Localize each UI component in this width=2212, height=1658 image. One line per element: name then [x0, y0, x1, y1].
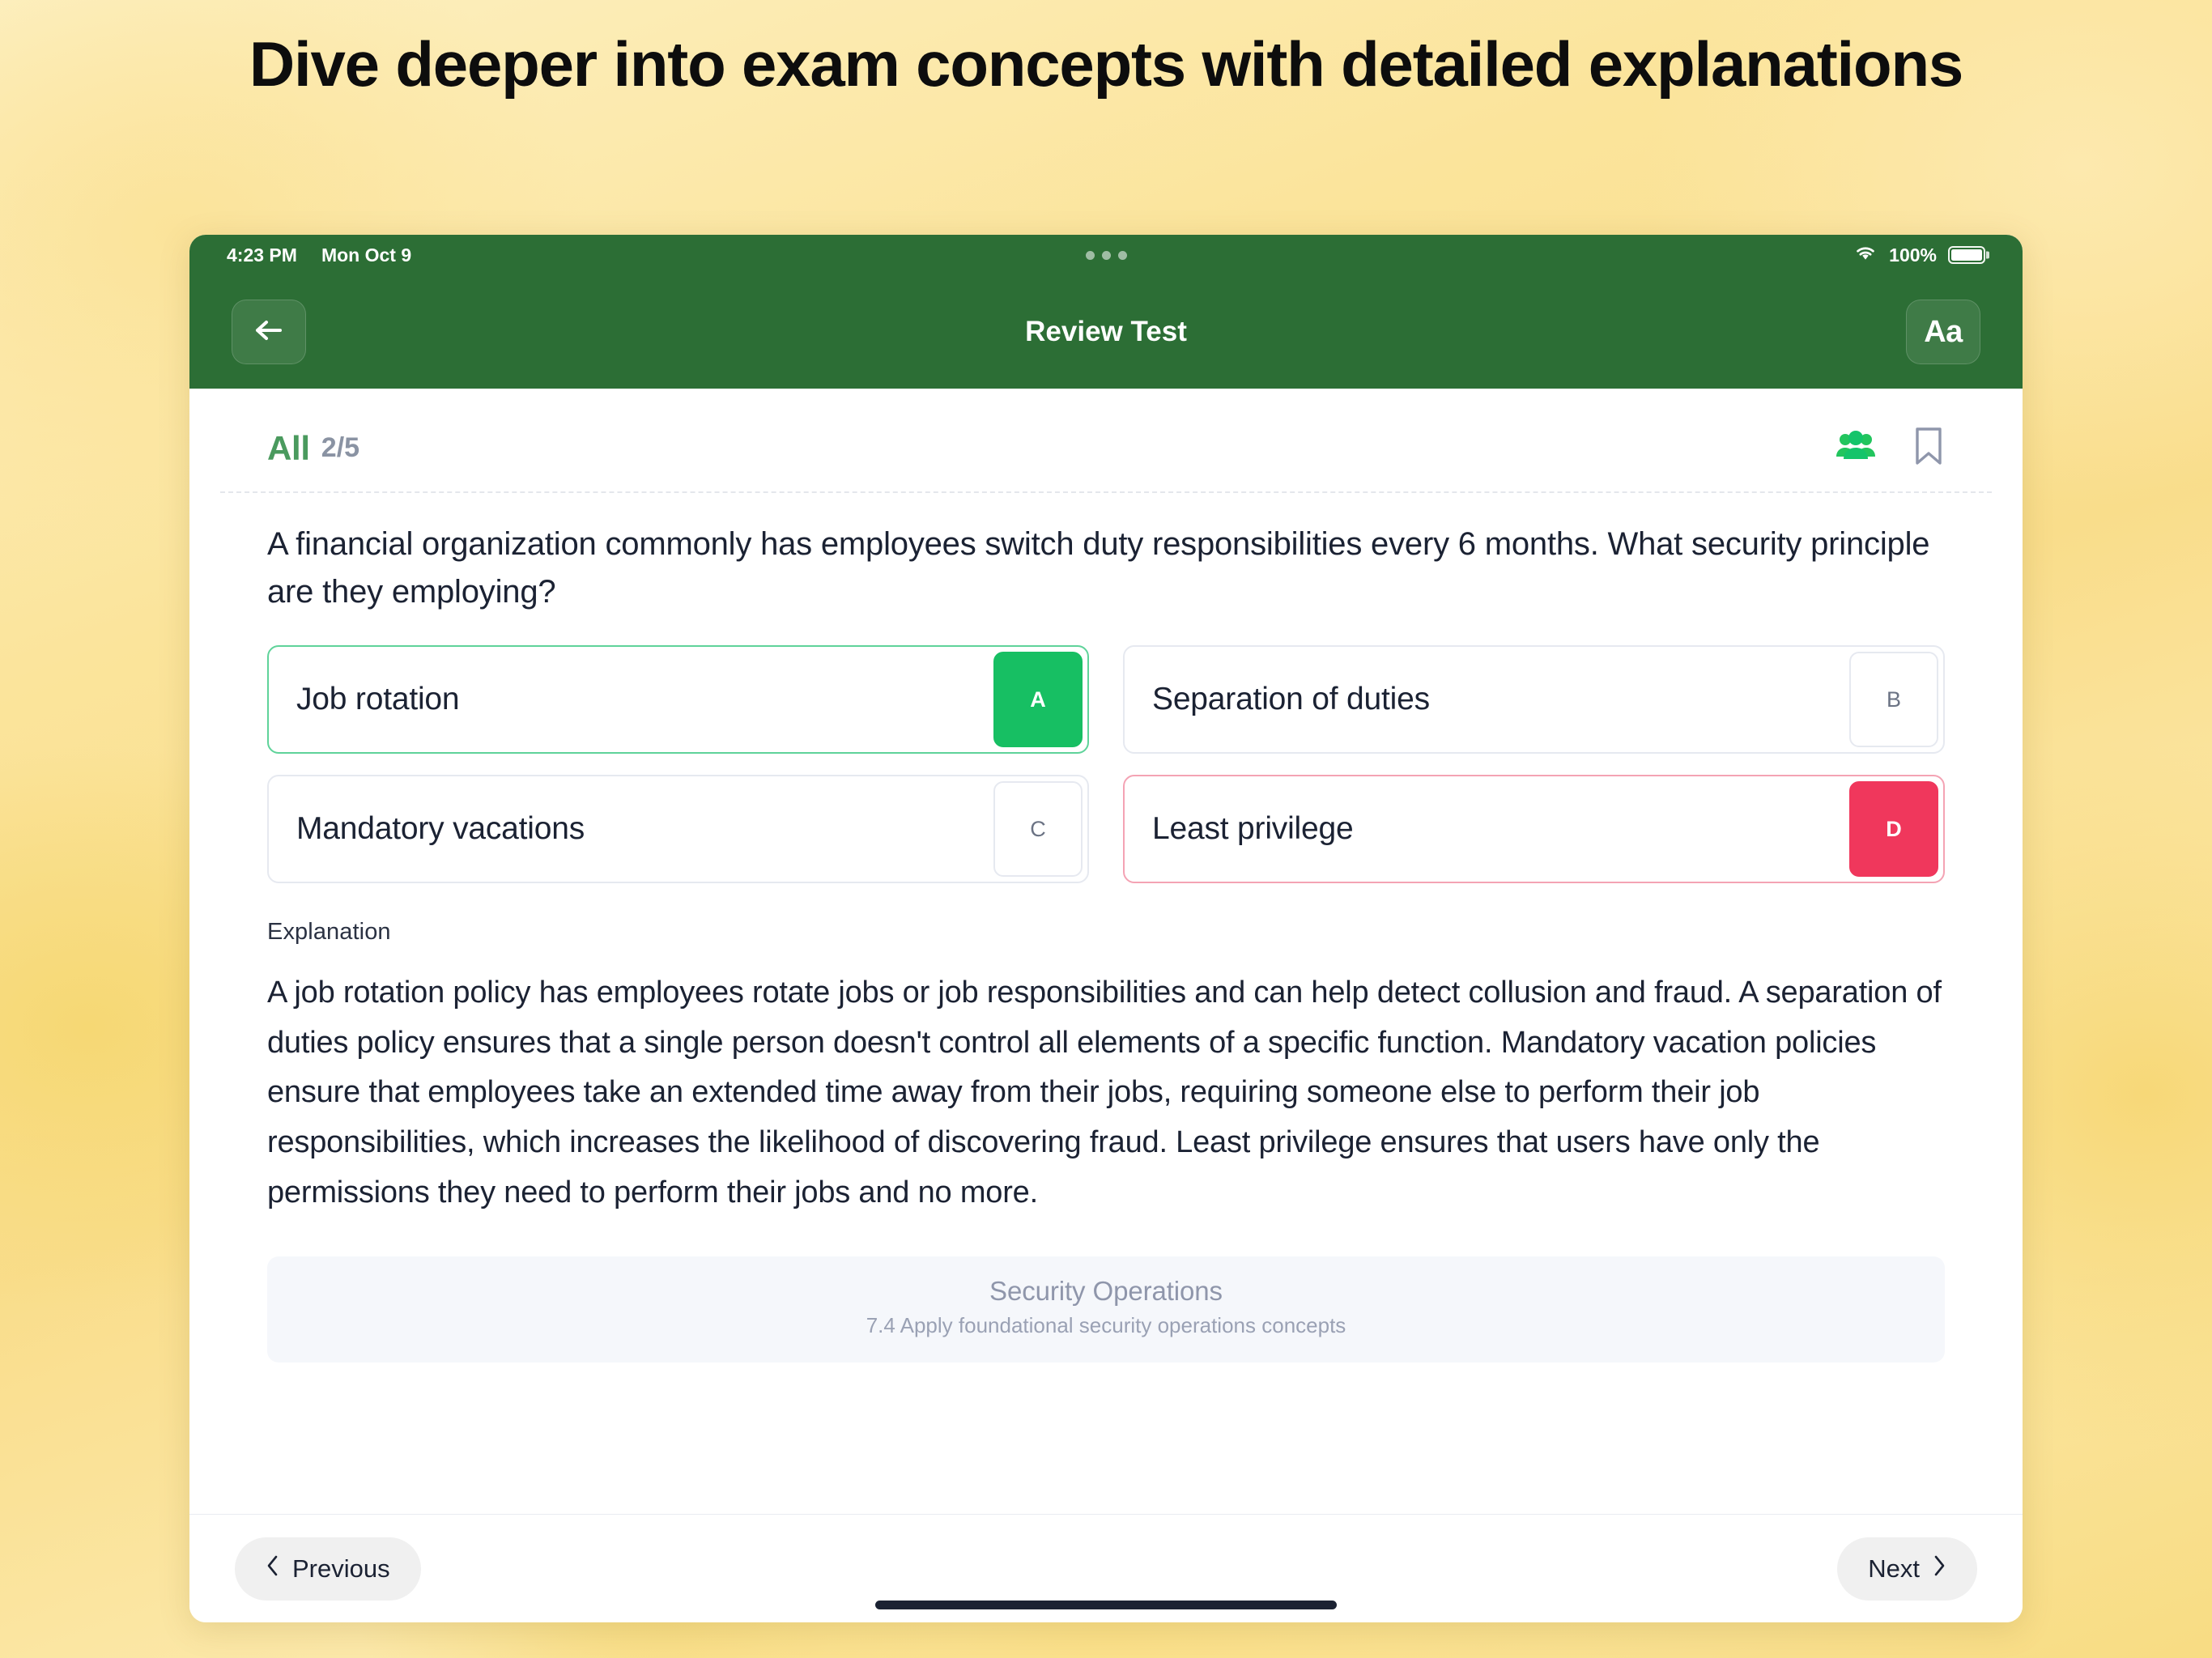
app-navigation-bar: Review Test Aa: [189, 275, 2023, 389]
people-group-icon[interactable]: [1835, 430, 1877, 466]
answer-option-b-badge: B: [1849, 652, 1938, 748]
next-button[interactable]: Next: [1837, 1537, 1977, 1601]
status-bar: 4:23 PM Mon Oct 9 100%: [189, 235, 2023, 275]
chevron-left-icon: [266, 1554, 279, 1584]
question-meta-icons: [1835, 426, 1945, 470]
exam-domain-title: Security Operations: [989, 1276, 1223, 1307]
answer-option-a-badge: A: [993, 652, 1083, 748]
app-header-region: 4:23 PM Mon Oct 9 100% Review Test Aa: [189, 235, 2023, 389]
answer-option-b[interactable]: Separation of duties B: [1123, 645, 1945, 755]
tablet-device-frame: 4:23 PM Mon Oct 9 100% Review Test Aa Al…: [189, 235, 2023, 1622]
exam-domain-objective: 7.4 Apply foundational security operatio…: [866, 1313, 1346, 1338]
back-arrow-icon: [253, 318, 284, 346]
question-navigation-bar: Previous Next: [189, 1514, 2023, 1622]
previous-button-label: Previous: [292, 1554, 390, 1583]
text-size-button[interactable]: Aa: [1906, 300, 1980, 364]
explanation-label: Explanation: [267, 919, 391, 946]
status-time: 4:23 PM: [227, 244, 297, 266]
question-progress: 2/5: [321, 432, 360, 463]
battery-full-icon: [1948, 246, 1985, 264]
multitask-dots-icon: [189, 235, 2023, 275]
answer-option-d-badge: D: [1849, 781, 1938, 878]
next-button-label: Next: [1868, 1554, 1920, 1583]
filter-label[interactable]: All: [267, 429, 310, 468]
wifi-icon: [1853, 244, 1878, 266]
question-text: A financial organization commonly has em…: [267, 526, 1930, 610]
battery-percent-label: 100%: [1889, 244, 1937, 266]
answer-option-c[interactable]: Mandatory vacations C: [267, 775, 1089, 884]
question-content-area: All 2/5 A financial organization commonl…: [189, 389, 2023, 1514]
answer-options-grid: Job rotation A Separation of duties B Ma…: [267, 645, 1945, 884]
exam-domain-card[interactable]: Security Operations 7.4 Apply foundation…: [267, 1256, 1945, 1363]
status-bar-right: 100%: [1853, 244, 1985, 266]
answer-option-a-label: Job rotation: [296, 682, 460, 717]
chevron-right-icon: [1933, 1554, 1946, 1584]
answer-option-c-badge: C: [993, 781, 1083, 878]
status-date: Mon Oct 9: [321, 244, 412, 266]
bookmark-outline-icon[interactable]: [1912, 426, 1945, 470]
question-text-area: A financial organization commonly has em…: [220, 493, 1992, 616]
answer-option-b-label: Separation of duties: [1152, 682, 1430, 717]
answer-option-a[interactable]: Job rotation A: [267, 645, 1089, 755]
answer-option-c-label: Mandatory vacations: [296, 811, 585, 847]
answer-option-d-label: Least privilege: [1152, 811, 1354, 847]
question-meta-row: All 2/5: [220, 389, 1992, 493]
answer-option-d[interactable]: Least privilege D: [1123, 775, 1945, 884]
previous-button[interactable]: Previous: [235, 1537, 421, 1601]
home-indicator[interactable]: [875, 1601, 1337, 1609]
back-button[interactable]: [232, 300, 306, 364]
app-title: Review Test: [1025, 316, 1187, 347]
explanation-body: A job rotation policy has employees rota…: [267, 976, 1942, 1209]
page-title: Dive deeper into exam concepts with deta…: [249, 28, 1963, 100]
status-bar-left: 4:23 PM Mon Oct 9: [227, 244, 411, 266]
